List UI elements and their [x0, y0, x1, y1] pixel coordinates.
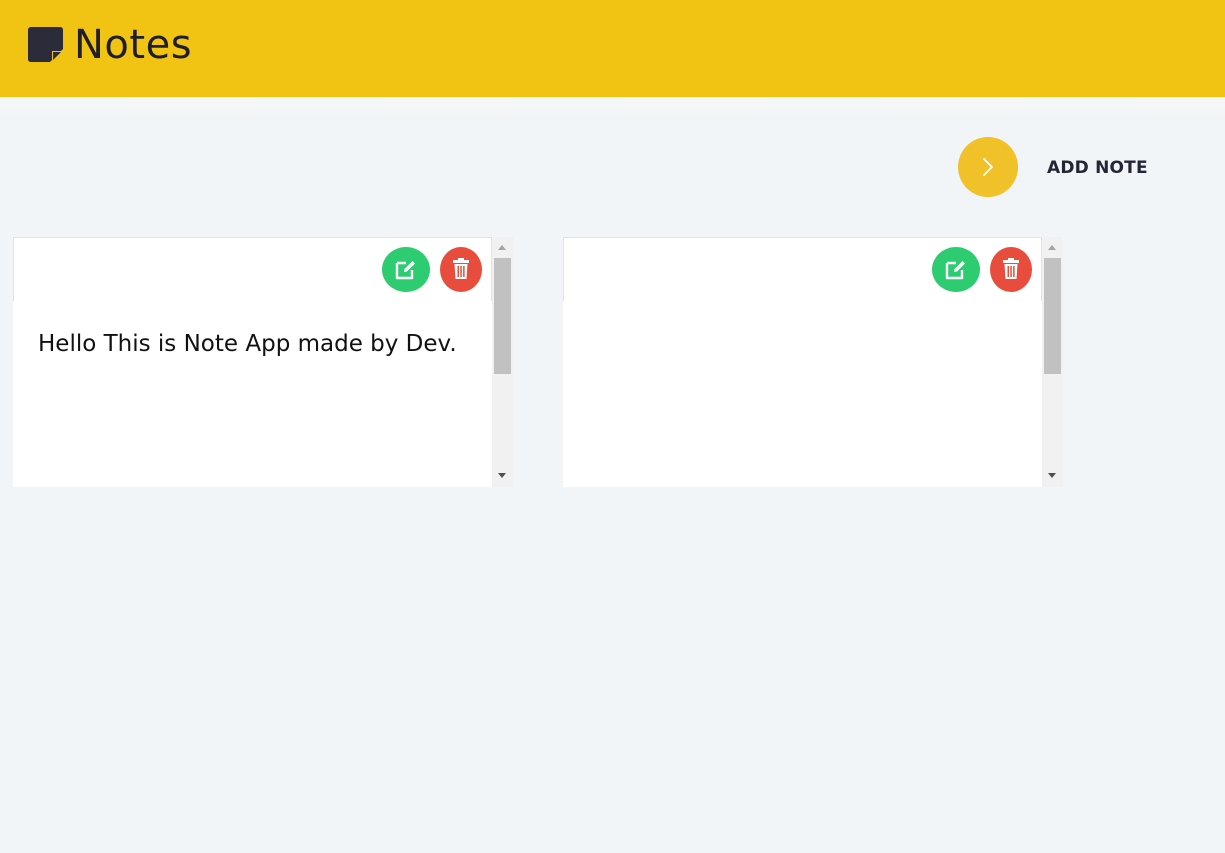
edit-note-button[interactable]: [382, 247, 430, 292]
edit-icon: [395, 261, 415, 280]
note-card: Hello This is Note App made by Dev.: [13, 237, 513, 487]
header-divider: [0, 97, 1225, 119]
app-header: Notes: [0, 0, 1225, 97]
trash-icon: [453, 258, 469, 279]
scroll-down-arrow-icon[interactable]: [1048, 473, 1056, 478]
sticky-note-icon: [28, 27, 63, 62]
trash-icon: [1003, 258, 1019, 279]
scroll-down-arrow-icon[interactable]: [498, 473, 506, 478]
note-body[interactable]: [563, 301, 1042, 487]
add-note-label[interactable]: ADD NOTE: [1047, 157, 1148, 179]
note-scrollbar[interactable]: [492, 237, 513, 487]
edit-note-button[interactable]: [932, 247, 980, 292]
app-title: Notes: [74, 22, 193, 68]
scroll-up-arrow-icon[interactable]: [498, 245, 506, 250]
add-note-button[interactable]: [958, 137, 1018, 197]
scroll-up-arrow-icon[interactable]: [1048, 245, 1056, 250]
delete-note-button[interactable]: [990, 247, 1032, 292]
note-card: [563, 237, 1063, 487]
chevron-right-icon: [983, 158, 993, 176]
note-scrollbar[interactable]: [1042, 237, 1063, 487]
delete-note-button[interactable]: [440, 247, 482, 292]
scroll-thumb[interactable]: [1044, 258, 1061, 374]
note-text[interactable]: Hello This is Note App made by Dev.: [38, 329, 457, 359]
scroll-thumb[interactable]: [494, 258, 511, 374]
edit-icon: [945, 261, 965, 280]
